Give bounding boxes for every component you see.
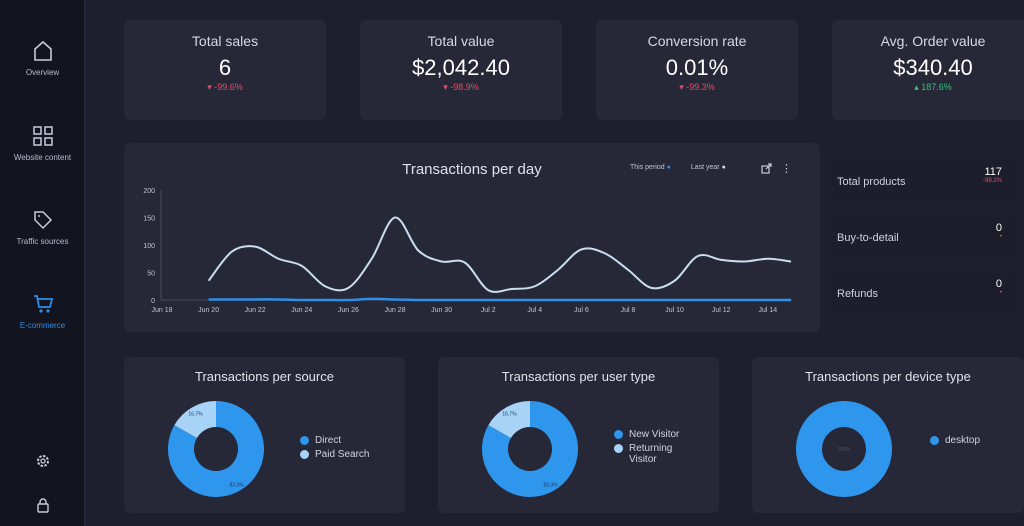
donut-chart: 83.3% 16.7%: [482, 401, 578, 497]
sidebar-item-e-commerce[interactable]: E-commerce: [0, 293, 85, 330]
stat-label: Total products: [837, 176, 906, 188]
sidebar-item-label: E-commerce: [19, 321, 66, 330]
x-tick-label: Jun 20: [198, 307, 219, 314]
legend-item[interactable]: New Visitor: [614, 429, 679, 440]
kpi-card: Total sales 6 ▾ -99.6%: [124, 20, 326, 120]
slice-label: 83.3%: [543, 482, 558, 488]
x-tick-label: Jun 26: [338, 307, 359, 314]
kpi-value: 6: [218, 55, 232, 80]
kpi-value: $2,042.40: [412, 55, 510, 80]
x-tick-label: Jul 14: [758, 307, 777, 314]
grid-icon: [32, 126, 53, 146]
kpi-card: Conversion rate 0.01% ▾ -99.3%: [596, 20, 798, 120]
kpi-card: Total value $2,042.40 ▾ -98.9%: [360, 20, 562, 120]
x-tick-label: Jul 8: [621, 307, 636, 314]
legend-dot: [614, 444, 623, 453]
legend-dot: [930, 436, 939, 445]
stat-change: -99.2%: [982, 178, 1002, 184]
tag-icon: [33, 211, 52, 230]
legend-item[interactable]: Paid Search: [300, 449, 369, 460]
x-tick-label: Jul 4: [527, 307, 542, 314]
line-chart: 0 50 100 150 200 Jun 18 Jun 20 Jun 22 Jun 24 Jun …: [143, 188, 792, 314]
slice-label: 16.7%: [502, 412, 517, 418]
slice-label: 100%: [838, 447, 851, 453]
legend-item[interactable]: Direct: [300, 435, 369, 446]
pie-title: Transactions per user type: [501, 369, 656, 384]
arrow-up-icon: ▴: [914, 82, 919, 92]
stat-change: •: [999, 290, 1002, 296]
kpi-title: Avg. Order value: [880, 33, 986, 49]
x-tick-label: Jul 2: [481, 307, 496, 314]
stat-value: 0: [995, 222, 1002, 234]
cart-icon: [33, 295, 53, 313]
x-tick-label: Jun 24: [291, 307, 312, 314]
y-tick-label: 50: [147, 271, 155, 278]
stat-value: 0: [995, 278, 1002, 290]
x-tick-label: Jun 30: [431, 307, 452, 314]
legend-item[interactable]: Returning Visitor: [614, 443, 679, 465]
sidebar: Overview Website content Traffic sources…: [0, 0, 85, 526]
kpi-change: ▾ -99.6%: [207, 82, 243, 92]
stat-label: Buy-to-detail: [837, 232, 899, 244]
pie-title: Transactions per device type: [805, 369, 971, 384]
gear-icon: [36, 455, 49, 467]
x-tick-label: Jul 10: [665, 307, 684, 314]
kpi-value: $340.40: [893, 55, 973, 80]
kpi-value: 0.01%: [665, 55, 729, 80]
sidebar-item-overview[interactable]: Overview: [0, 40, 85, 77]
x-tick-label: Jul 12: [712, 307, 731, 314]
slice-label: 83.3%: [229, 482, 244, 488]
y-tick-label: 200: [143, 188, 155, 195]
donut-chart: 83.3% 16.7%: [168, 401, 264, 497]
kpi-change: ▾ -98.9%: [443, 82, 479, 92]
kpi-change: ▴ 187.6%: [914, 82, 952, 92]
stat-value: 117: [984, 166, 1002, 178]
stat-change: •: [999, 234, 1002, 240]
stat-card: Total products 117 -99.2%: [826, 160, 1016, 205]
home-icon: [33, 40, 52, 61]
y-tick-label: 100: [143, 243, 155, 250]
pie-panel: Transactions per user type 83.3% 16.7% Ne…: [438, 357, 719, 513]
pie-panel: Transactions per source 83.3% 16.7% Direc…: [124, 357, 405, 513]
kpi-change: ▾ -99.3%: [679, 82, 715, 92]
kpi-title: Total value: [427, 33, 495, 49]
pie-title: Transactions per source: [195, 369, 334, 384]
slice-label: 16.7%: [188, 412, 203, 418]
legend-item[interactable]: desktop: [930, 435, 980, 446]
series-line-last-year[interactable]: [207, 216, 792, 293]
y-tick-label: 150: [143, 216, 155, 223]
pie-panel: Transactions per device type 100% deskto…: [752, 357, 1024, 513]
sidebar-item-label: Website content: [13, 153, 72, 162]
arrow-down-icon: ▾: [443, 82, 448, 92]
x-tick-label: Jun 22: [245, 307, 266, 314]
x-tick-label: Jun 28: [384, 307, 405, 314]
settings-button[interactable]: [0, 453, 85, 475]
lock-button[interactable]: [0, 497, 85, 519]
x-tick-label: Jun 18: [151, 307, 172, 314]
stat-card: Buy-to-detail 0 •: [826, 216, 1016, 261]
series-line-this-period[interactable]: [208, 297, 792, 302]
arrow-down-icon: ▾: [207, 82, 212, 92]
legend-dot: [614, 430, 623, 439]
y-tick-label: 0: [151, 298, 155, 305]
x-tick-label: Jul 6: [574, 307, 589, 314]
stat-card: Refunds 0 •: [826, 272, 1016, 317]
kpi-title: Total sales: [191, 33, 259, 49]
legend-dot: [300, 436, 309, 445]
sidebar-item-website-content[interactable]: Website content: [0, 125, 85, 162]
sidebar-item-label: Traffic sources: [16, 237, 69, 246]
donut-chart: 100%: [796, 401, 892, 497]
transactions-per-day-panel: Transactions per day This period ● Last …: [124, 143, 820, 332]
kpi-card: Avg. Order value $340.40 ▴ 187.6%: [832, 20, 1024, 120]
sidebar-item-label: Overview: [25, 68, 60, 77]
kpi-title: Conversion rate: [647, 33, 747, 49]
lock-icon: [36, 498, 49, 513]
legend-dot: [300, 450, 309, 459]
sidebar-item-traffic-sources[interactable]: Traffic sources: [0, 209, 85, 246]
stat-label: Refunds: [837, 288, 878, 300]
arrow-down-icon: ▾: [679, 82, 684, 92]
